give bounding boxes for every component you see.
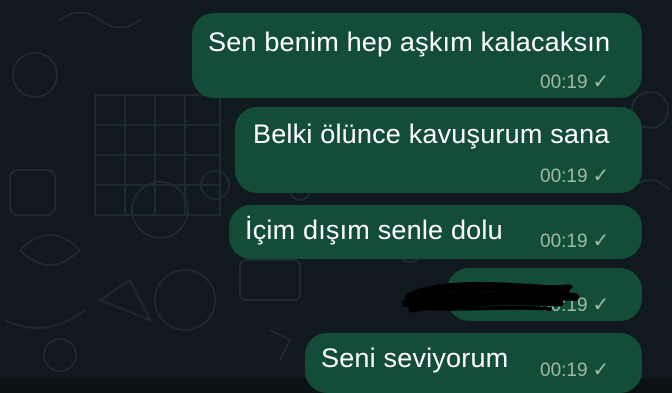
check-icon: ✓ bbox=[592, 230, 610, 252]
message-meta: 00:19 ✓ bbox=[540, 357, 609, 382]
check-icon: ✓ bbox=[592, 71, 610, 93]
message-text: Belki ölünce kavuşurum sana bbox=[253, 119, 610, 149]
message-text: İçim dışım senle dolu bbox=[245, 215, 503, 245]
message-time: 00:19 bbox=[540, 166, 588, 187]
message-bubble[interactable]: Belki ölünce kavuşurum sana 00:19 ✓ bbox=[235, 107, 642, 193]
message-meta: 00:19 ✓ bbox=[540, 69, 609, 94]
check-icon: ✓ bbox=[592, 294, 610, 316]
check-icon: ✓ bbox=[592, 359, 610, 381]
message-text: Seni seviyorum bbox=[321, 343, 509, 373]
message-meta: 00:19 ✓ bbox=[540, 163, 609, 188]
message-time: 00:19 bbox=[540, 72, 588, 93]
message-time: 00:19 bbox=[540, 231, 588, 252]
message-bubble[interactable]: Sen benim hep aşkım kalacaksın 00:19 ✓ bbox=[192, 13, 642, 98]
message-meta: 00:19 ✓ bbox=[540, 228, 609, 253]
message-bubble[interactable]: Seni seviyorum 00:19 ✓ bbox=[305, 333, 642, 393]
message-text: Sen benim hep aşkım kalacaksın bbox=[208, 27, 611, 57]
message-bubble[interactable]: İçim dışım senle dolu 00:19 ✓ bbox=[229, 205, 642, 259]
check-icon: ✓ bbox=[592, 165, 610, 187]
redaction-scribble bbox=[402, 281, 579, 313]
